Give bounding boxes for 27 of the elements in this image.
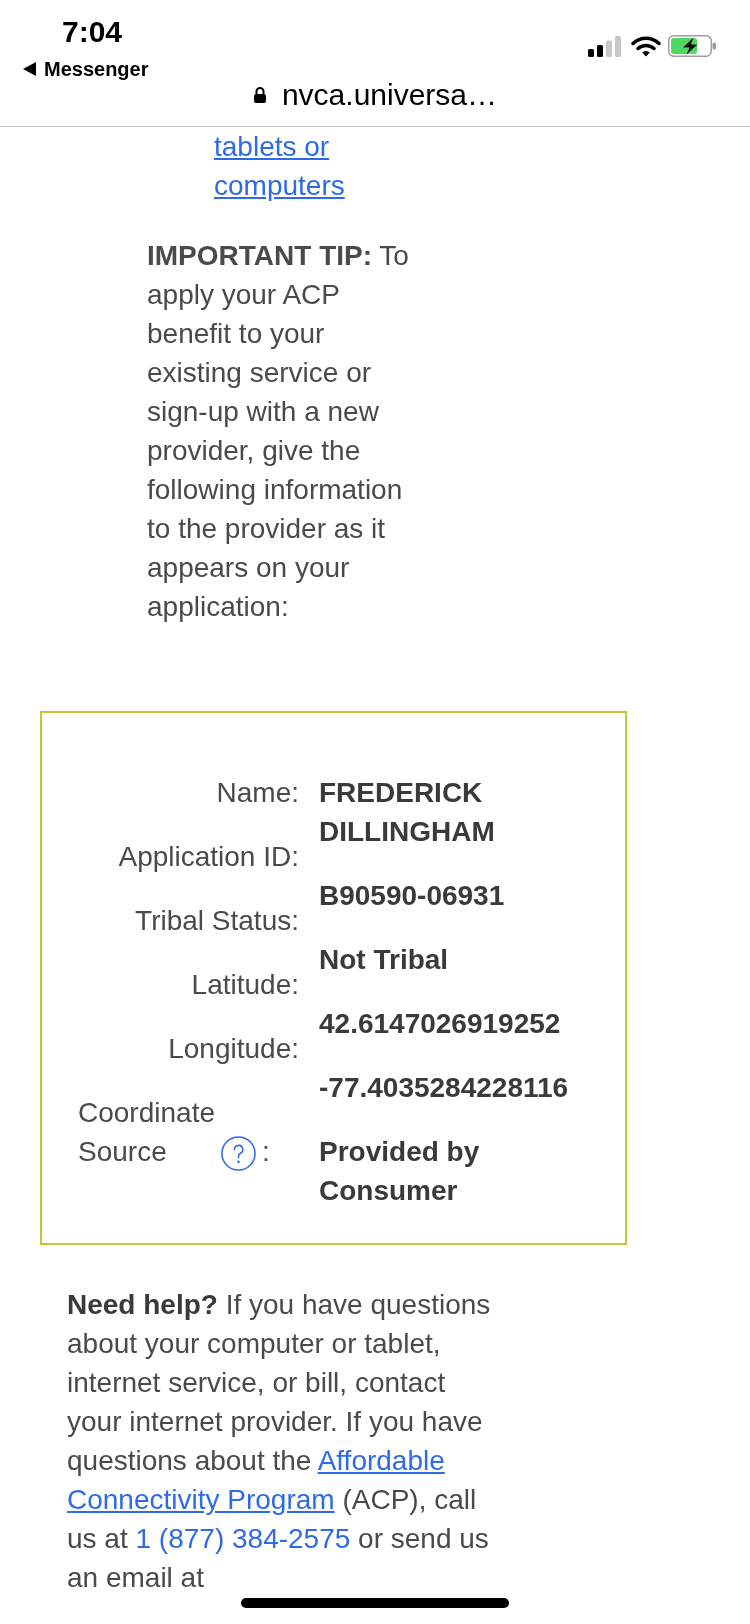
field-label: Application ID: bbox=[118, 841, 299, 872]
signal-icon bbox=[588, 35, 622, 57]
back-to-app-button[interactable]: Messenger bbox=[23, 58, 149, 80]
field-value: FREDERICK DILLINGHAM bbox=[319, 776, 496, 849]
help-icon[interactable] bbox=[221, 1136, 256, 1172]
link[interactable]: tablets or computers bbox=[214, 127, 354, 205]
field-value: B90590-06931 bbox=[319, 879, 506, 913]
link[interactable]: Connectivity Program bbox=[67, 1484, 335, 1515]
field-label: Name: bbox=[216, 777, 299, 808]
wifi-icon bbox=[631, 35, 661, 57]
address-bar[interactable]: nvca.universa… bbox=[252, 80, 498, 110]
help-paragraph: Need help? If you have questions about your computer or tablet, internet service, or bill, contact your internet provider. If you have questions about the Affordable Connectivity Program (ACP), call us at 1 (877) 384-2575 or send us an email at bbox=[67, 1288, 492, 1595]
field-label: Latitude: bbox=[191, 969, 299, 1000]
status-time: 7:04 bbox=[62, 15, 124, 49]
field-value: Provided by Consumer bbox=[319, 1135, 481, 1208]
link[interactable]: Affordable bbox=[317, 1445, 445, 1476]
field-value: -77.4035284228116 bbox=[319, 1071, 570, 1105]
field-value: 42.6147026919252 bbox=[319, 1007, 562, 1041]
field-label: Tribal Status: bbox=[135, 905, 299, 936]
phone-link[interactable]: 1 (877) 384-2575 bbox=[135, 1523, 351, 1554]
tip-paragraph: IMPORTANT TIP: To apply your ACP benefit to your existing service or sign-up with a new provider, give the following information to the provider as it appears on your application: bbox=[147, 239, 410, 624]
label-colon: : bbox=[262, 1136, 270, 1167]
field-label: Longitude: bbox=[168, 1033, 299, 1064]
left-triangle-icon bbox=[23, 62, 36, 76]
battery-charging-icon bbox=[668, 35, 716, 57]
field-value: Not Tribal bbox=[319, 943, 450, 977]
field-label: Coordinate Source bbox=[78, 1096, 215, 1169]
